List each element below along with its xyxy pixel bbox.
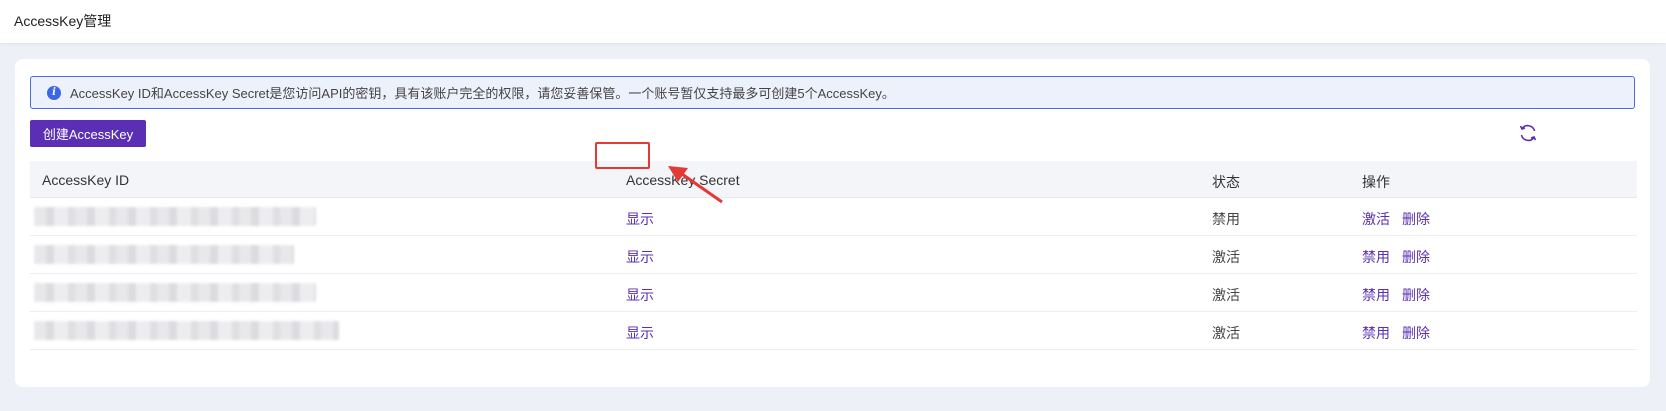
alert-text: AccessKey ID和AccessKey Secret是您访问API的密钥，… <box>70 86 895 101</box>
refresh-icon[interactable] <box>1518 123 1538 143</box>
table-row: 显示 激活 禁用 删除 <box>30 236 1637 274</box>
actions-cell: 激活 删除 <box>1362 209 1442 229</box>
show-secret-link[interactable]: 显示 <box>626 247 654 267</box>
header-accesskey-secret: AccessKey Secret <box>626 172 740 188</box>
table-row: 显示 禁用 激活 删除 <box>30 198 1637 236</box>
redacted-accesskey-id <box>34 245 294 264</box>
status-text: 激活 <box>1212 287 1240 303</box>
info-alert: i AccessKey ID和AccessKey Secret是您访问API的密… <box>30 76 1635 109</box>
actions-cell: 禁用 删除 <box>1362 323 1442 343</box>
info-icon: i <box>47 85 61 100</box>
page-title: AccessKey管理 <box>14 13 112 29</box>
disable-link[interactable]: 禁用 <box>1362 249 1390 265</box>
redacted-accesskey-id <box>34 207 316 226</box>
status-text: 禁用 <box>1212 211 1240 227</box>
create-accesskey-button[interactable]: 创建AccessKey <box>30 120 146 147</box>
actions-cell: 禁用 删除 <box>1362 247 1442 267</box>
table-row: 显示 激活 禁用 删除 <box>30 274 1637 312</box>
show-secret-link[interactable]: 显示 <box>626 285 654 305</box>
delete-link[interactable]: 删除 <box>1402 211 1430 227</box>
table-row: 显示 激活 禁用 删除 <box>30 312 1637 350</box>
delete-link[interactable]: 删除 <box>1402 325 1430 341</box>
header-status: 状态 <box>1212 174 1240 190</box>
redacted-accesskey-id <box>34 321 339 340</box>
disable-link[interactable]: 禁用 <box>1362 325 1390 341</box>
activate-link[interactable]: 激活 <box>1362 211 1390 227</box>
status-text: 激活 <box>1212 325 1240 341</box>
redacted-accesskey-id <box>34 283 316 302</box>
status-text: 激活 <box>1212 249 1240 265</box>
accesskey-table: AccessKey ID AccessKey Secret 状态 操作 显示 禁… <box>30 161 1637 350</box>
show-secret-link[interactable]: 显示 <box>626 209 654 229</box>
delete-link[interactable]: 删除 <box>1402 249 1430 265</box>
show-secret-link[interactable]: 显示 <box>626 323 654 343</box>
actions-cell: 禁用 删除 <box>1362 285 1442 305</box>
header-accesskey-id: AccessKey ID <box>42 172 130 188</box>
disable-link[interactable]: 禁用 <box>1362 287 1390 303</box>
header-actions: 操作 <box>1362 174 1390 190</box>
content-card: i AccessKey ID和AccessKey Secret是您访问API的密… <box>15 59 1650 387</box>
table-header: AccessKey ID AccessKey Secret 状态 操作 <box>30 161 1637 198</box>
delete-link[interactable]: 删除 <box>1402 287 1430 303</box>
top-bar: AccessKey管理 <box>0 0 1666 43</box>
